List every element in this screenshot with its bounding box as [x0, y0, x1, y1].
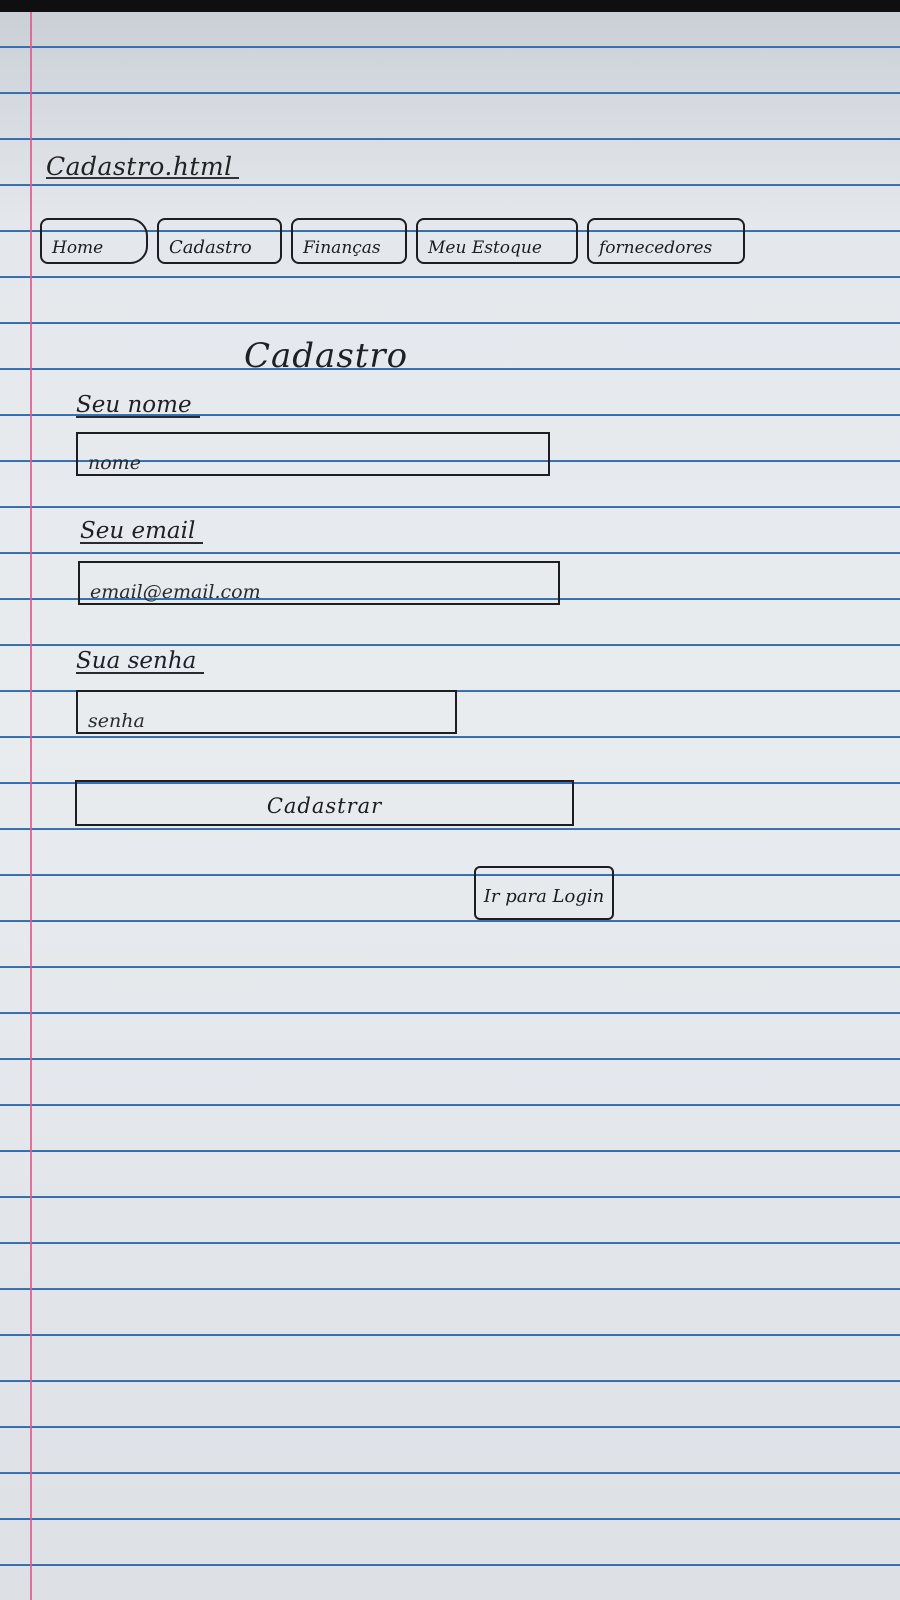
cadastrar-button[interactable]: Cadastrar — [75, 780, 574, 826]
nav-meu-estoque[interactable]: Meu Estoque — [416, 218, 578, 264]
go-to-login-button[interactable]: Ir para Login — [474, 866, 614, 920]
nav-home[interactable]: Home — [40, 218, 148, 264]
password-label: Sua senha — [76, 648, 205, 674]
file-title: Cadastro.html — [46, 152, 239, 181]
password-input[interactable] — [76, 690, 457, 734]
name-label: Seu nome — [76, 392, 200, 418]
nav-fornecedores[interactable]: fornecedores — [587, 218, 745, 264]
photo-top-shadow — [0, 0, 900, 12]
email-label: Seu email — [80, 518, 204, 544]
email-input[interactable] — [78, 561, 560, 605]
notebook-margin-line — [30, 12, 32, 1600]
page-heading: Cadastro — [244, 336, 409, 376]
name-input[interactable] — [76, 432, 550, 476]
nav-financas[interactable]: Finanças — [291, 218, 407, 264]
main-nav: Home Cadastro Finanças Meu Estoque forne… — [40, 218, 745, 264]
nav-cadastro[interactable]: Cadastro — [157, 218, 282, 264]
